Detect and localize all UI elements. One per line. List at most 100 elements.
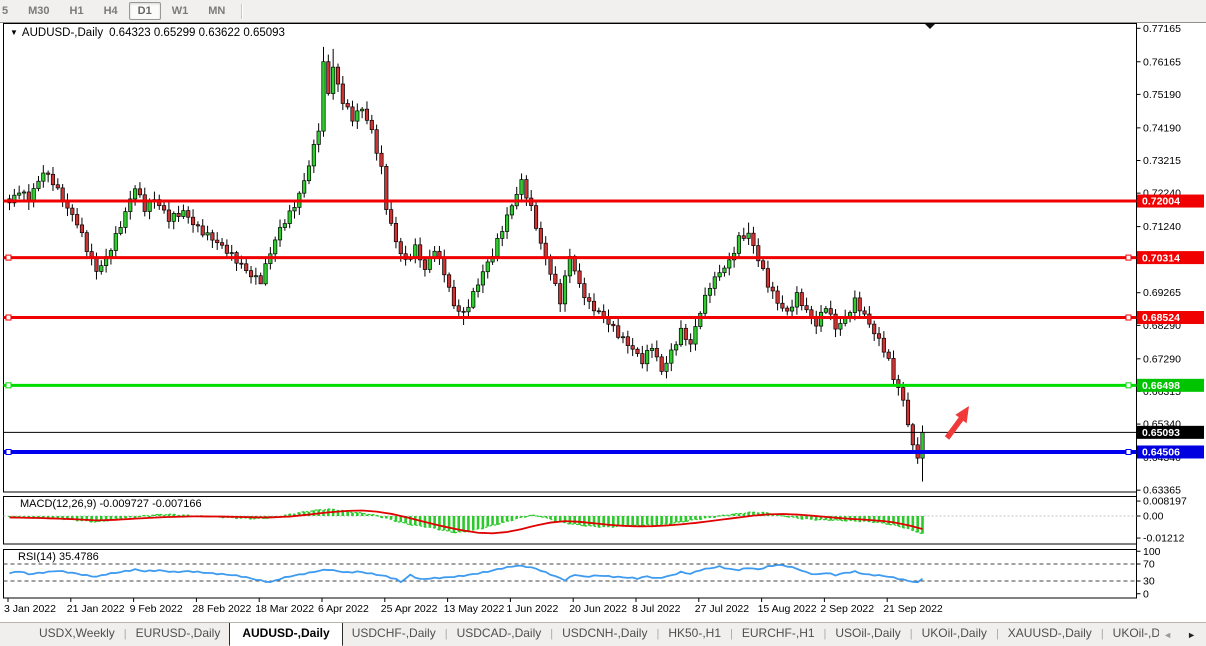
candle-body-bear (443, 257, 446, 274)
price-tick-label: 0.73215 (1143, 155, 1181, 167)
candle-body-bull (568, 256, 571, 275)
chart-tabs: USDX,Weekly|EURUSD-,DailyAUDUSD-,DailyUS… (0, 623, 1159, 646)
candle-body-bear (220, 243, 223, 246)
candle-body-bear (225, 245, 228, 253)
candle-body-bull (621, 337, 624, 338)
candle-body-bear (800, 293, 803, 306)
tab-scroll-right-icon[interactable]: ► (1187, 630, 1196, 640)
chart-canvas[interactable]: 0.771650.761650.751900.741900.732150.722… (0, 0, 1206, 646)
chart-tab-usdcad-daily[interactable]: USDCAD-,Daily (448, 623, 551, 646)
candle-body-bear (660, 357, 663, 371)
price-badge-label: 0.72004 (1142, 196, 1180, 208)
chart-tab-ukoil-daily[interactable]: UKOil-,Daily (913, 623, 996, 646)
timeframe-button-5[interactable]: 5 (0, 2, 17, 20)
macd-bar (486, 516, 489, 526)
candle-body-bear (245, 264, 248, 271)
candle-body-bull (921, 432, 924, 458)
candle-body-bull (703, 295, 706, 313)
macd-bar (651, 516, 654, 525)
price-badge-label: 0.70314 (1142, 252, 1180, 264)
price-badge-label: 0.65093 (1142, 427, 1180, 439)
candle-body-bull (264, 264, 267, 284)
candle-body-bear (858, 298, 861, 311)
candle-body-bear (597, 311, 600, 312)
candle-body-bear (877, 334, 880, 339)
candle-body-bear (56, 185, 59, 188)
macd-bar (472, 516, 475, 530)
candle-body-bull (824, 309, 827, 313)
line-handle[interactable] (1126, 449, 1131, 454)
candle-body-bear (558, 284, 561, 304)
candle-body-bear (805, 306, 808, 310)
candle-body-bear (892, 358, 895, 379)
macd-tick-label: 0.008197 (1143, 496, 1187, 508)
candle-body-bear (201, 226, 204, 235)
date-tick-label: 3 Jan 2022 (4, 603, 56, 615)
macd-bar (883, 516, 886, 523)
price-tick-label: 0.76165 (1143, 56, 1181, 68)
price-tick-label: 0.77165 (1143, 23, 1181, 35)
macd-bar (897, 516, 900, 526)
candle-body-bull (278, 228, 281, 240)
timeframe-button-d1[interactable]: D1 (129, 2, 161, 20)
rsi-indicator-label: RSI(14) 35.4786 (18, 551, 99, 563)
chart-tab-usdchf-daily[interactable]: USDCHF-,Daily (343, 623, 445, 646)
candle-body-bear (631, 346, 634, 350)
line-handle[interactable] (6, 315, 11, 320)
line-handle[interactable] (6, 383, 11, 388)
line-handle[interactable] (1126, 383, 1131, 388)
macd-bar (742, 514, 745, 516)
candle-body-bull (563, 276, 566, 304)
macd-tick-label: 0.00 (1143, 511, 1164, 523)
chart-tab-xauusd-daily[interactable]: XAUUSD-,Daily (999, 623, 1101, 646)
candle-body-bull (37, 181, 40, 188)
chart-tab-eurusd-daily[interactable]: EURUSD-,Daily (127, 623, 230, 646)
rsi-tick-label: 0 (1143, 588, 1149, 600)
candle-body-bear (544, 243, 547, 257)
chart-tab-usdx-weekly[interactable]: USDX,Weekly (30, 623, 124, 646)
chart-tab-hk50-h1[interactable]: HK50-,H1 (659, 623, 730, 646)
timeframe-button-h1[interactable]: H1 (61, 2, 93, 20)
candle-body-bull (713, 277, 716, 288)
price-tick-label: 0.74190 (1143, 122, 1181, 134)
candle-body-bull (501, 231, 504, 238)
chart-tab-eurchf-h1[interactable]: EURCHF-,H1 (733, 623, 824, 646)
candle-body-bear (882, 338, 885, 352)
date-tick-label: 21 Sep 2022 (883, 603, 943, 615)
chart-title[interactable]: ▼AUDUSD-,Daily0.64323 0.65299 0.63622 0.… (10, 27, 285, 39)
line-handle[interactable] (6, 449, 11, 454)
date-axis: 3 Jan 202221 Jan 20229 Feb 202228 Feb 20… (4, 598, 943, 615)
macd-bar (680, 516, 683, 522)
chart-tab-usoil-daily[interactable]: USOil-,Daily (826, 623, 909, 646)
timeframe-button-h4[interactable]: H4 (95, 2, 127, 20)
timeframe-button-mn[interactable]: MN (199, 2, 234, 20)
chart-tab-ukoil-da[interactable]: UKOil-,Da (1104, 623, 1159, 646)
line-handle[interactable] (1126, 315, 1131, 320)
symbol-menu-icon[interactable]: ▼ (10, 28, 18, 37)
macd-bar (593, 516, 596, 526)
timeframe-button-m30[interactable]: M30 (19, 2, 58, 20)
price-badge-label: 0.66498 (1142, 380, 1180, 392)
candle-body-bull (476, 285, 479, 291)
line-handle[interactable] (1126, 255, 1131, 260)
candle-body-bull (124, 212, 127, 228)
chart-tab-audusd-daily[interactable]: AUDUSD-,Daily (229, 623, 342, 646)
candle-body-bear (452, 287, 455, 306)
candle-body-bear (583, 284, 586, 298)
macd-bar (887, 516, 890, 525)
candle-body-bear (868, 314, 871, 324)
candle-body-bull (206, 233, 209, 235)
candle-body-bear (684, 328, 687, 339)
candle-body-bear (46, 173, 49, 174)
candle-body-bear (872, 324, 875, 334)
line-handle[interactable] (6, 255, 11, 260)
candle-body-bull (737, 236, 740, 254)
macd-bar (588, 516, 591, 526)
candle-body-bull (414, 245, 417, 258)
date-tick-label: 27 Jul 2022 (695, 603, 749, 615)
chart-tab-usdcnh-daily[interactable]: USDCNH-,Daily (553, 623, 656, 646)
tab-scroll-left-icon[interactable]: ◄ (1163, 630, 1172, 640)
macd-bar (496, 516, 499, 525)
timeframe-button-w1[interactable]: W1 (163, 2, 198, 20)
candle-body-bear (143, 195, 146, 212)
